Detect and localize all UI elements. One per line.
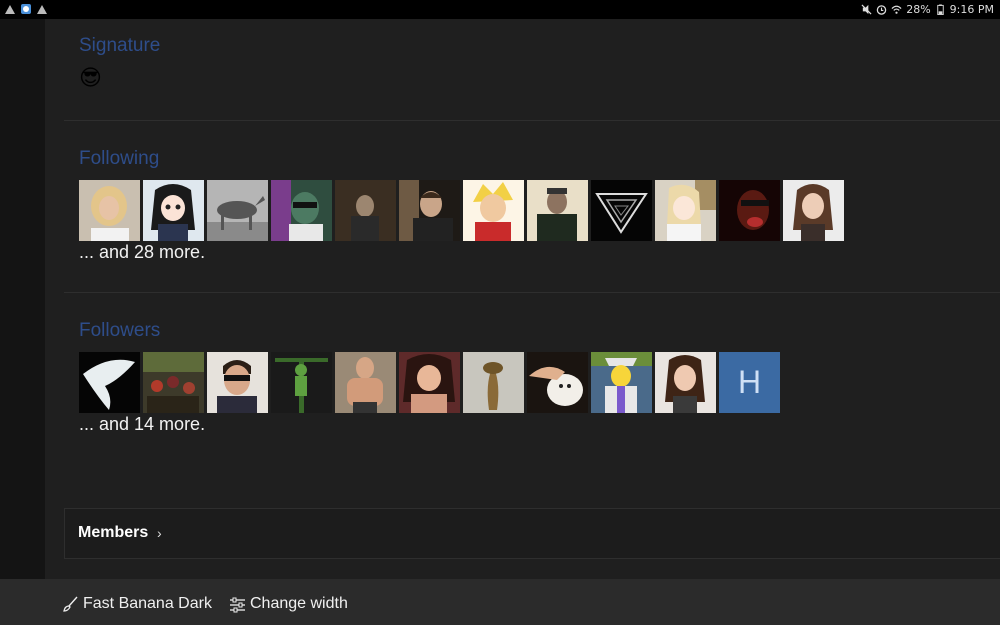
follower-avatar[interactable]: [463, 352, 524, 413]
followers-title: Followers: [79, 320, 161, 341]
following-avatar[interactable]: [655, 180, 716, 241]
mute-icon: [861, 4, 872, 15]
change-width-label: Change width: [250, 595, 348, 612]
following-title: Following: [79, 148, 160, 169]
alarm-icon: [876, 5, 887, 15]
divider: [64, 292, 1000, 293]
style-chooser-link[interactable]: Fast Banana Dark: [62, 595, 212, 613]
follower-avatar[interactable]: [399, 352, 460, 413]
wifi-icon: [891, 5, 902, 14]
following-avatar[interactable]: [527, 180, 588, 241]
signature-emoji: 😎: [79, 66, 102, 91]
sliders-icon: [230, 597, 245, 612]
profile-content: Signature 😎 Following ... and 28 more. F…: [45, 19, 1000, 579]
following-avatar[interactable]: [591, 180, 652, 241]
app-notification-icon: [5, 5, 15, 14]
following-avatar[interactable]: [399, 180, 460, 241]
following-avatar[interactable]: [207, 180, 268, 241]
follower-avatar[interactable]: [207, 352, 268, 413]
follower-avatar[interactable]: [335, 352, 396, 413]
following-avatars: [79, 180, 844, 241]
paintbrush-icon: [63, 596, 78, 612]
status-bar: 28% 9:16 PM: [0, 0, 1000, 19]
following-avatar[interactable]: [463, 180, 524, 241]
notification-icons: [4, 3, 48, 15]
follower-avatar[interactable]: [527, 352, 588, 413]
app-notification-icon: [21, 4, 31, 14]
clock: 9:16 PM: [949, 3, 994, 16]
follower-letter-avatar[interactable]: H: [719, 352, 780, 413]
signature-title: Signature: [79, 35, 161, 56]
following-avatar[interactable]: [335, 180, 396, 241]
footer-bar: Fast Banana Dark Change width: [0, 579, 1000, 625]
divider: [64, 120, 1000, 121]
followers-more-link[interactable]: ... and 14 more.: [79, 414, 205, 435]
style-chooser-label: Fast Banana Dark: [83, 595, 212, 612]
follower-avatar[interactable]: [79, 352, 140, 413]
following-avatar[interactable]: [783, 180, 844, 241]
battery-icon: [936, 4, 944, 15]
app-notification-icon: [37, 5, 47, 14]
members-label: Members: [78, 524, 149, 541]
following-avatar[interactable]: [79, 180, 140, 241]
follower-avatar[interactable]: [655, 352, 716, 413]
left-gutter: [0, 19, 45, 579]
members-link[interactable]: Members ›: [64, 508, 1000, 559]
following-avatar[interactable]: [271, 180, 332, 241]
followers-avatars: H: [79, 352, 780, 413]
follower-avatar[interactable]: [591, 352, 652, 413]
following-avatar[interactable]: [143, 180, 204, 241]
chevron-right-icon: ›: [157, 525, 162, 541]
follower-avatar[interactable]: [143, 352, 204, 413]
follower-avatar[interactable]: [271, 352, 332, 413]
following-avatar[interactable]: [719, 180, 780, 241]
following-more-link[interactable]: ... and 28 more.: [79, 242, 205, 263]
battery-percent: 28%: [906, 3, 931, 16]
change-width-link[interactable]: Change width: [229, 595, 348, 613]
system-status: 28% 9:16 PM: [861, 3, 994, 16]
